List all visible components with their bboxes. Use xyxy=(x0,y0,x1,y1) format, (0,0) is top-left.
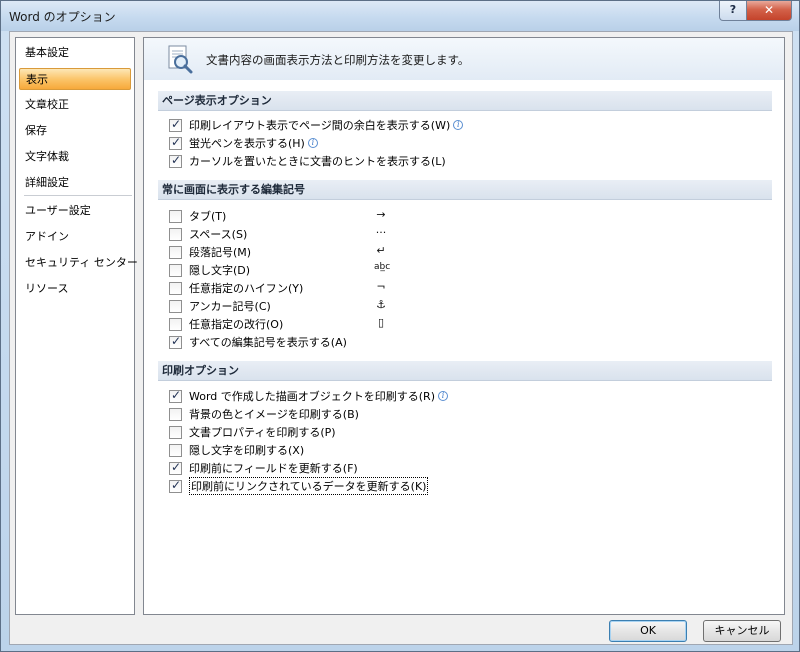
section-printing: 印刷オプション xyxy=(158,361,772,381)
checkbox[interactable] xyxy=(169,281,182,295)
cancel-button[interactable]: キャンセル xyxy=(703,620,781,642)
checkbox[interactable] xyxy=(169,117,182,132)
sidebar-item-typography[interactable]: 文字体裁 xyxy=(19,146,131,168)
hidden-text-mark-icon: ab̲c xyxy=(374,262,391,272)
sidebar-item-resources[interactable]: リソース xyxy=(19,278,131,300)
option-label: 任意指定のハイフン(Y) xyxy=(189,282,304,295)
options-content-panel: 文書内容の画面表示方法と印刷方法を変更します。 ページ表示オプション 印刷レイア… xyxy=(143,37,785,615)
option-mark-hidden-text[interactable]: 隠し文字(D) ab̲c xyxy=(169,262,390,278)
checkbox[interactable] xyxy=(169,425,182,439)
option-label: スペース(S) xyxy=(189,228,248,241)
sidebar-item-save[interactable]: 保存 xyxy=(19,120,131,142)
option-label: 蛍光ペンを表示する(H) xyxy=(189,137,305,150)
optional-break-mark-icon: ▯ xyxy=(377,316,385,329)
option-label: タブ(T) xyxy=(189,210,227,223)
sidebar-item-addins[interactable]: アドイン xyxy=(19,226,131,248)
sidebar-item-advanced[interactable]: 詳細設定 xyxy=(19,172,131,194)
checkbox[interactable] xyxy=(169,443,182,457)
category-sidebar: 基本設定 表示 文章校正 保存 文字体裁 詳細設定 ユーザー設定 アドイン セキ… xyxy=(15,37,138,615)
option-label: アンカー記号(C) xyxy=(189,300,271,313)
option-label: すべての編集記号を表示する(A) xyxy=(189,336,347,349)
option-label: 隠し文字(D) xyxy=(189,264,251,277)
checkbox[interactable] xyxy=(169,407,182,421)
option-update-linked-data[interactable]: 印刷前にリンクされているデータを更新する(K) xyxy=(169,477,429,495)
option-mark-paragraph[interactable]: 段落記号(M) ↵ xyxy=(169,244,386,260)
anchor-icon: ⚓ xyxy=(376,298,386,311)
sidebar-divider xyxy=(24,195,132,196)
option-label: 印刷前にリンクされているデータを更新する(K) xyxy=(189,477,429,495)
option-mark-anchor[interactable]: アンカー記号(C) ⚓ xyxy=(169,298,386,314)
option-print-hidden-text[interactable]: 隠し文字を印刷する(X) xyxy=(169,442,304,458)
option-mark-optional-hyphen[interactable]: 任意指定のハイフン(Y) ¬ xyxy=(169,280,386,296)
help-button[interactable]: ? xyxy=(719,1,747,21)
banner-description: 文書内容の画面表示方法と印刷方法を変更します。 xyxy=(206,53,470,67)
sidebar-item-customize[interactable]: ユーザー設定 xyxy=(19,200,131,222)
space-mark-icon: ··· xyxy=(375,226,387,239)
checkbox[interactable] xyxy=(169,317,182,331)
option-update-fields[interactable]: 印刷前にフィールドを更新する(F) xyxy=(169,460,358,476)
option-label: 段落記号(M) xyxy=(189,246,252,259)
checkbox[interactable] xyxy=(169,478,182,493)
option-show-document-tooltips[interactable]: カーソルを置いたときに文書のヒントを表示する(L) xyxy=(169,153,446,169)
sidebar-item-basic[interactable]: 基本設定 xyxy=(19,42,131,64)
header-banner: 文書内容の画面表示方法と印刷方法を変更します。 xyxy=(144,38,784,80)
checkbox[interactable] xyxy=(169,227,182,241)
title-bar[interactable]: Word のオプション ? ✕ xyxy=(1,1,799,31)
ok-button[interactable]: OK xyxy=(609,620,687,642)
checkbox[interactable] xyxy=(169,153,182,168)
close-button[interactable]: ✕ xyxy=(746,1,792,21)
checkbox[interactable] xyxy=(169,460,182,475)
option-label: 印刷レイアウト表示でページ間の余白を表示する(W) xyxy=(189,119,451,132)
option-label: カーソルを置いたときに文書のヒントを表示する(L) xyxy=(189,155,446,168)
checkbox[interactable] xyxy=(169,263,182,277)
checkbox[interactable] xyxy=(169,135,182,150)
sidebar-item-display[interactable]: 表示 xyxy=(19,68,131,90)
checkbox[interactable] xyxy=(169,209,182,223)
option-show-highlighter[interactable]: 蛍光ペンを表示する(H) i xyxy=(169,135,318,151)
option-print-background[interactable]: 背景の色とイメージを印刷する(B) xyxy=(169,406,359,422)
checkbox[interactable] xyxy=(169,388,182,403)
option-label: 任意指定の改行(O) xyxy=(189,318,284,331)
window-title: Word のオプション xyxy=(9,10,116,24)
option-print-drawings[interactable]: Word で作成した描画オブジェクトを印刷する(R) i xyxy=(169,388,448,404)
option-mark-show-all[interactable]: すべての編集記号を表示する(A) xyxy=(169,334,347,350)
option-print-properties[interactable]: 文書プロパティを印刷する(P) xyxy=(169,424,336,440)
sidebar-item-trust-center[interactable]: セキュリティ センター xyxy=(19,252,138,274)
option-mark-space[interactable]: スペース(S) ··· xyxy=(169,226,386,242)
option-label: Word で作成した描画オブジェクトを印刷する(R) xyxy=(189,390,435,403)
info-icon: i xyxy=(307,138,318,148)
option-show-whitespace[interactable]: 印刷レイアウト表示でページ間の余白を表示する(W) i xyxy=(169,117,464,133)
tab-mark-icon: → xyxy=(376,208,386,221)
option-label: 印刷前にフィールドを更新する(F) xyxy=(189,462,358,475)
magnifier-document-icon xyxy=(168,45,193,74)
option-label: 隠し文字を印刷する(X) xyxy=(189,444,305,457)
info-icon: i xyxy=(453,120,464,130)
checkbox[interactable] xyxy=(169,299,182,313)
paragraph-mark-icon: ↵ xyxy=(376,244,386,257)
dialog-body: 基本設定 表示 文章校正 保存 文字体裁 詳細設定 ユーザー設定 アドイン セキ… xyxy=(9,31,793,645)
checkbox[interactable] xyxy=(169,334,182,349)
option-mark-optional-break[interactable]: 任意指定の改行(O) ▯ xyxy=(169,316,384,332)
sidebar-item-proofing[interactable]: 文章校正 xyxy=(19,94,131,116)
option-label: 背景の色とイメージを印刷する(B) xyxy=(189,408,359,421)
options-dialog: Word のオプション ? ✕ 基本設定 表示 文章校正 保存 文字体裁 詳細設… xyxy=(0,0,800,652)
optional-hyphen-mark-icon: ¬ xyxy=(376,280,386,293)
option-mark-tab[interactable]: タブ(T) → xyxy=(169,208,386,224)
info-icon: i xyxy=(438,391,448,401)
section-page-display: ページ表示オプション xyxy=(158,91,772,111)
option-label: 文書プロパティを印刷する(P) xyxy=(189,426,336,439)
section-formatting-marks: 常に画面に表示する編集記号 xyxy=(158,180,772,200)
checkbox[interactable] xyxy=(169,245,182,259)
